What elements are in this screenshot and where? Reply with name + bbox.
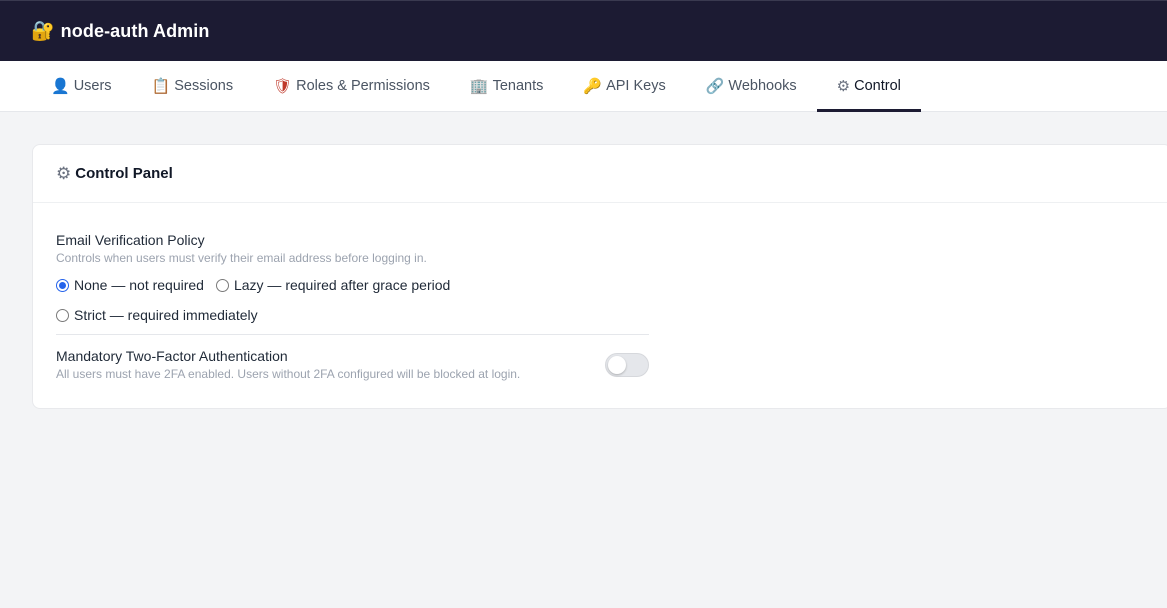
radio-option-strict[interactable]: Strict — required immediately	[56, 307, 258, 323]
card-header: ⚙ Control Panel	[33, 145, 1167, 203]
link-icon: 🔗	[705, 76, 725, 95]
toggle-knob	[608, 355, 626, 374]
radio-label: Strict — required immediately	[74, 307, 258, 323]
tab-users[interactable]: 👤 Users	[31, 61, 132, 111]
tab-tenants[interactable]: 🏢 Tenants	[450, 61, 563, 111]
tab-label: Control	[854, 78, 901, 94]
radio-option-none[interactable]: None — not required	[56, 277, 204, 293]
tab-control[interactable]: ⚙ Control	[816, 61, 922, 112]
lock-with-key-icon: 🔐	[31, 19, 55, 42]
mandatory-2fa-description: All users must have 2FA enabled. Users w…	[56, 367, 521, 381]
tab-api-keys[interactable]: 🔑 API Keys	[563, 61, 685, 111]
email-policy-radio-group: None — not required Lazy — required afte…	[56, 277, 496, 337]
email-policy-label: Email Verification Policy	[56, 232, 205, 248]
tab-label: Roles & Permissions	[296, 78, 430, 94]
radio-label: Lazy — required after grace period	[233, 277, 451, 293]
gear-icon: ⚙	[836, 76, 851, 95]
top-bar: 🔐 node-auth Admin	[0, 0, 1167, 61]
notepad-icon: 📋	[151, 76, 171, 95]
gear-icon: ⚙	[56, 163, 72, 184]
tab-label: Users	[73, 78, 112, 94]
control-panel-card: ⚙ Control Panel Email Verification Polic…	[32, 144, 1167, 409]
tab-label: Webhooks	[728, 78, 797, 94]
shield-icon: 🛡	[273, 76, 293, 95]
tab-label: Sessions	[174, 78, 234, 94]
app-title: node-auth Admin	[60, 20, 210, 41]
tab-label: API Keys	[606, 78, 666, 94]
building-icon: 🏢	[469, 76, 489, 95]
key-icon: 🔑	[583, 76, 603, 95]
tab-label: Tenants	[492, 78, 544, 94]
tab-sessions[interactable]: 📋 Sessions	[132, 61, 254, 111]
tab-webhooks[interactable]: 🔗 Webhooks	[686, 61, 817, 111]
email-policy-description: Controls when users must verify their em…	[56, 251, 427, 265]
radio-label: None — not required	[74, 277, 204, 293]
mandatory-2fa-row: Mandatory Two-Factor Authentication All …	[56, 335, 649, 381]
tab-bar: 👤 Users 📋 Sessions 🛡 Roles & Permissions…	[0, 61, 1167, 112]
radio-button-strict[interactable]	[56, 308, 69, 322]
radio-button-lazy[interactable]	[215, 278, 229, 292]
mandatory-2fa-toggle[interactable]	[605, 352, 649, 377]
user-icon: 👤	[51, 76, 70, 95]
mandatory-2fa-text: Mandatory Two-Factor Authentication All …	[56, 348, 520, 381]
card-body: Email Verification Policy Controls when …	[33, 203, 649, 381]
panel-title: Control Panel	[75, 165, 173, 182]
tab-roles-permissions[interactable]: 🛡 Roles & Permissions	[253, 61, 450, 111]
mandatory-2fa-label: Mandatory Two-Factor Authentication	[56, 348, 288, 364]
radio-button-none[interactable]	[56, 278, 69, 292]
radio-option-lazy[interactable]: Lazy — required after grace period	[215, 277, 451, 293]
